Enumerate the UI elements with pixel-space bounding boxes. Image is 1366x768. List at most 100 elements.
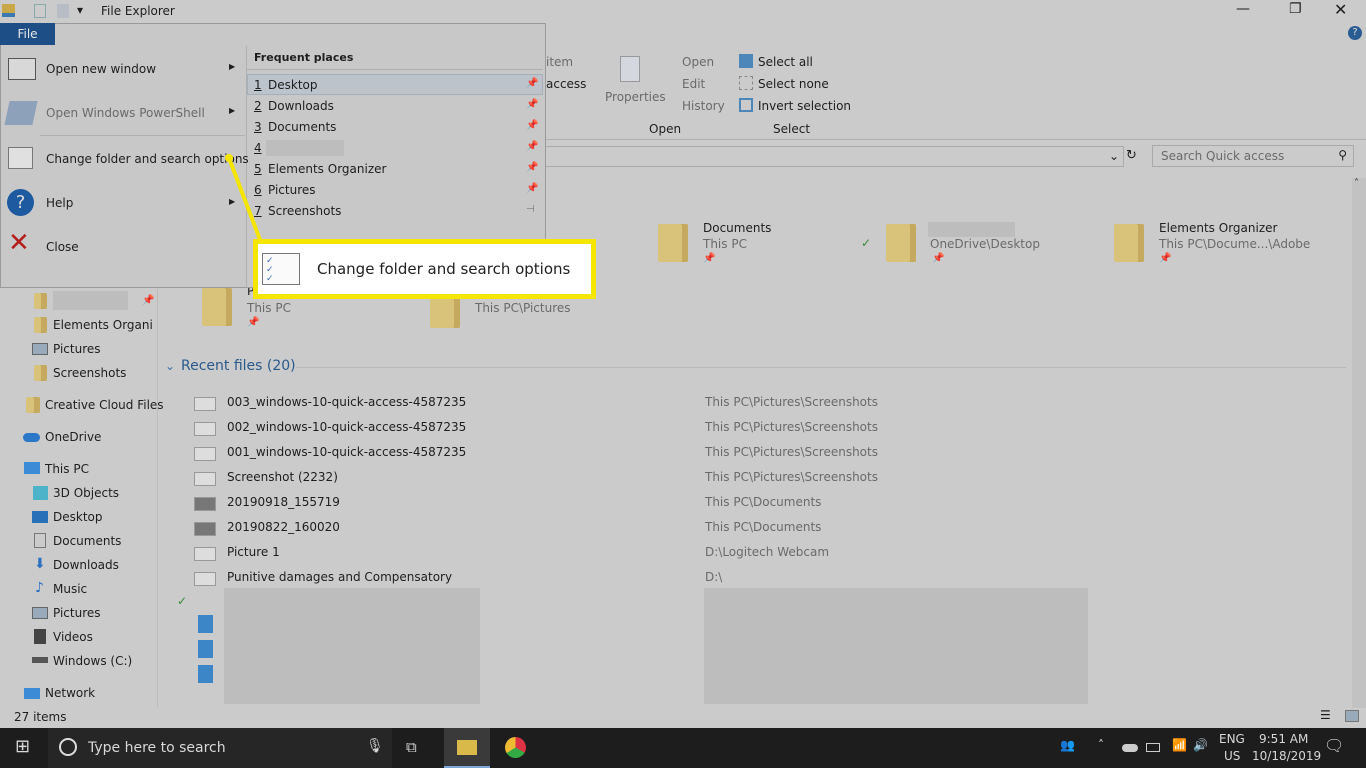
file-thumbnail-icon	[194, 522, 216, 536]
file-thumbnail-icon	[194, 497, 216, 511]
task-view-icon[interactable]: ⧉	[406, 738, 417, 756]
nav-videos[interactable]: Videos	[53, 630, 93, 644]
nav-pictures-pc[interactable]: Pictures	[53, 606, 101, 620]
tile-sub: This PC	[247, 301, 291, 315]
file-path: This PC\Pictures\Screenshots	[705, 470, 878, 484]
nav-downloads[interactable]: Downloads	[53, 558, 119, 572]
folder-documents-icon	[658, 224, 688, 262]
search-input[interactable]: Search Quick access	[1161, 149, 1284, 163]
folder-icon	[886, 224, 916, 262]
select-none-button[interactable]: Select none	[758, 77, 829, 91]
microphone-icon[interactable]: 🎙	[366, 738, 384, 754]
redacted-paths	[704, 588, 1088, 704]
invert-selection-icon	[739, 98, 753, 112]
nav-elements-organizer[interactable]: Elements Organi	[53, 318, 153, 332]
ribbon: item access Properties Open Edit History…	[546, 45, 1366, 140]
onedrive-tray-icon[interactable]	[1122, 744, 1138, 752]
taskbar-search[interactable]: Type here to search 🎙	[48, 728, 392, 768]
recent-files-section: ⌄ Recent files (20) 003_windows-10-quick…	[160, 355, 1350, 708]
open-button[interactable]: Open	[682, 55, 714, 69]
nav-documents[interactable]: Documents	[53, 534, 121, 548]
music-icon: ♪	[35, 580, 44, 596]
select-none-icon	[739, 76, 753, 90]
downloads-icon: ⬇	[34, 556, 46, 572]
file-thumbnail-icon	[194, 572, 216, 586]
desktop-icon	[32, 511, 48, 523]
pictures-icon	[32, 607, 48, 619]
battery-icon[interactable]	[1146, 743, 1160, 752]
start-button[interactable]: ⊞	[15, 736, 30, 757]
action-center-icon[interactable]: 🗨	[1324, 736, 1344, 755]
clock-time[interactable]: 9:51 AM	[1259, 732, 1308, 746]
nav-music[interactable]: Music	[53, 582, 87, 596]
nav-desktop[interactable]: Desktop	[53, 510, 103, 524]
file-name: 20190822_160020	[227, 520, 340, 534]
nav-creative-cloud[interactable]: Creative Cloud Files	[45, 398, 164, 412]
volume-icon[interactable]: 🔊	[1193, 738, 1208, 752]
select-all-button[interactable]: Select all	[758, 55, 813, 69]
group-open-label: Open	[649, 122, 682, 136]
search-box[interactable]: Search Quick access ⚲	[1152, 145, 1354, 167]
network-icon	[24, 688, 40, 699]
clock-date[interactable]: 10/18/2019	[1252, 749, 1321, 763]
nav-network[interactable]: Network	[45, 686, 95, 700]
header-rule	[296, 367, 1346, 368]
maximize-button[interactable]: ❐	[1289, 1, 1302, 17]
show-hidden-icons[interactable]: ˄	[1098, 738, 1104, 752]
help-icon[interactable]: ?	[1348, 26, 1362, 40]
properties-button[interactable]: Properties	[605, 90, 666, 104]
language-line2[interactable]: US	[1224, 749, 1240, 763]
minimize-button[interactable]: —	[1236, 1, 1250, 17]
invert-selection-button[interactable]: Invert selection	[758, 99, 851, 113]
address-bar[interactable]: ⌄	[546, 146, 1124, 167]
vertical-scrollbar[interactable]: ˄	[1352, 178, 1366, 708]
nav-pictures[interactable]: Pictures	[53, 342, 101, 356]
edit-button[interactable]: Edit	[682, 77, 705, 91]
file-path: This PC\Pictures\Screenshots	[705, 445, 878, 459]
recent-files-header[interactable]: Recent files (20)	[181, 358, 296, 374]
people-icon[interactable]: 👥	[1060, 738, 1075, 752]
scroll-up-icon[interactable]: ˄	[1354, 178, 1359, 189]
pin-icon: 📌	[932, 253, 945, 264]
chrome-icon[interactable]	[505, 737, 526, 758]
tile-sub: OneDrive\Desktop	[930, 237, 1040, 251]
folder-icon	[34, 317, 47, 333]
file-thumbnail-icon	[194, 422, 216, 436]
folder-icon	[34, 365, 47, 381]
file-name: Picture 1	[227, 545, 280, 559]
file-name: 001_windows-10-quick-access-4587235	[227, 445, 467, 459]
language-line1[interactable]: ENG	[1219, 732, 1245, 746]
tile-sub: This PC	[703, 237, 747, 251]
history-button[interactable]: History	[682, 99, 725, 113]
item-count: 27 items	[14, 710, 67, 724]
nav-this-pc[interactable]: This PC	[45, 462, 89, 476]
details-view-button[interactable]: ☰	[1320, 708, 1331, 722]
nav-3d-objects[interactable]: 3D Objects	[53, 486, 119, 500]
folder-icon	[1114, 224, 1144, 262]
address-dropdown-icon[interactable]: ⌄	[1109, 149, 1119, 163]
pin-icon: 📌	[1159, 253, 1172, 264]
nav-screenshots[interactable]: Screenshots	[53, 366, 126, 380]
sync-check-icon: ✓	[861, 236, 872, 250]
refresh-button[interactable]: ↻	[1126, 148, 1137, 163]
file-thumbnail-icon	[194, 472, 216, 486]
nav-onedrive[interactable]: OneDrive	[45, 430, 101, 444]
large-icons-view-button[interactable]	[1345, 710, 1359, 722]
collapse-chevron-icon[interactable]: ⌄	[165, 359, 175, 373]
file-thumbnail-icon	[194, 397, 216, 411]
onedrive-icon	[23, 433, 40, 442]
pin-icon: 📌	[703, 253, 716, 264]
edge-file-icon	[198, 615, 213, 633]
taskbar-search-input[interactable]: Type here to search	[88, 740, 226, 756]
file-explorer-taskbar-button[interactable]	[444, 728, 490, 768]
3d-objects-icon	[33, 486, 48, 500]
file-path: This PC\Documents	[705, 495, 822, 509]
close-button[interactable]: ✕	[1334, 0, 1347, 19]
nav-windows-c[interactable]: Windows (C:)	[53, 654, 132, 668]
this-pc-icon	[24, 462, 40, 474]
file-explorer-icon	[457, 740, 477, 755]
wifi-icon[interactable]: 📶	[1172, 738, 1187, 752]
file-name: Punitive damages and Compensatory	[227, 570, 453, 584]
tile-sub: This PC\Pictures	[475, 301, 571, 315]
redacted-tile-name	[928, 222, 1015, 237]
